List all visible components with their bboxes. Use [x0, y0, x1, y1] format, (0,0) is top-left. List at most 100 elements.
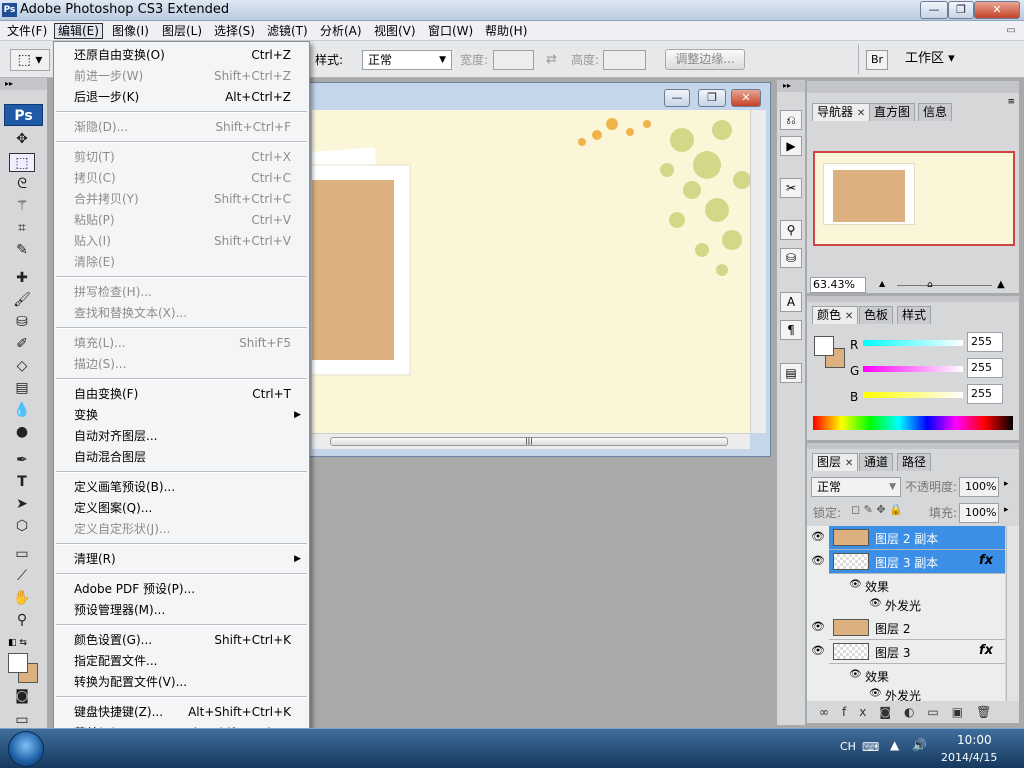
history-icon[interactable]: ⎌	[780, 110, 802, 130]
doc-minimize-button[interactable]: —	[664, 89, 690, 107]
crop-tool-icon[interactable]: ⌗	[9, 219, 35, 238]
lock-icons[interactable]: ◻ ✎ ✥ 🔒	[851, 503, 903, 516]
menu-file[interactable]: 文件(F)	[4, 23, 50, 39]
layer-row[interactable]: 图层 3 副本 fx	[829, 550, 1005, 574]
edit-menu-item[interactable]: 指定配置文件...	[54, 651, 309, 672]
effect-row[interactable]: 👁 外发光	[829, 683, 1005, 701]
clock-time[interactable]: 10:00	[957, 733, 992, 747]
brushes-icon[interactable]: ⚲	[780, 220, 802, 240]
menu-select[interactable]: 选择(S)	[211, 23, 258, 39]
scroll-thumb[interactable]: |||	[330, 437, 728, 446]
tab-paths[interactable]: 路径	[897, 453, 932, 471]
menu-analysis[interactable]: 分析(A)	[317, 23, 365, 39]
volume-icon[interactable]: 🔊	[912, 738, 927, 752]
keyboard-icon[interactable]: ⌨	[862, 740, 879, 754]
zoom-in-icon[interactable]: ▲	[997, 279, 1005, 290]
eye-icon[interactable]: 👁	[869, 688, 882, 699]
r-slider[interactable]	[863, 340, 963, 346]
pen-tool-icon[interactable]: ✒	[9, 451, 35, 470]
tab-styles[interactable]: 样式	[897, 306, 932, 324]
history-brush-icon[interactable]: ✐	[9, 335, 35, 354]
tab-swatches[interactable]: 色板	[859, 306, 894, 324]
path-select-icon[interactable]: ➤	[9, 495, 35, 514]
eraser-tool-icon[interactable]: ◇	[9, 357, 35, 376]
doc-close-button[interactable]: ✕	[731, 89, 761, 107]
layers-footer-icons[interactable]: ∞fx◙◐▭▣🗑	[807, 701, 1019, 723]
layer-comps-icon[interactable]: ▤	[780, 363, 802, 383]
eye-icon[interactable]: 👁	[811, 620, 825, 633]
eyedropper-icon[interactable]: ⟋	[9, 567, 35, 586]
width-field[interactable]	[493, 50, 534, 70]
edit-menu-item[interactable]: 清理(R) ▶	[54, 549, 309, 570]
tab-histogram[interactable]: 直方图	[869, 103, 916, 121]
maximize-button[interactable]: ❐	[948, 1, 974, 19]
image-canvas[interactable]	[312, 110, 750, 433]
effect-row[interactable]: 👁 外发光	[829, 593, 1005, 617]
type-tool-icon[interactable]: T	[9, 473, 35, 492]
menu-edit[interactable]: 编辑(E)	[54, 23, 103, 39]
close-button[interactable]: ✕	[974, 1, 1020, 19]
clone-source-icon[interactable]: ⛁	[780, 248, 802, 268]
zoom-field[interactable]: 63.43%	[810, 277, 866, 293]
panel-menu-icon[interactable]: ≡	[1007, 97, 1015, 107]
workspace-button[interactable]: 工作区 ▾	[905, 49, 955, 69]
eye-icon[interactable]: 👁	[869, 598, 882, 609]
zoom-slider-thumb[interactable]: ⌂	[927, 280, 933, 290]
edit-menu-item[interactable]: Adobe PDF 预设(P)...	[54, 579, 309, 600]
edit-menu-item[interactable]: 自动对齐图层...	[54, 426, 309, 447]
move-tool-icon[interactable]: ✥	[9, 130, 35, 149]
default-colors-icon[interactable]: ◧ ⇆	[8, 638, 27, 648]
minimize-button[interactable]: —	[920, 1, 948, 19]
edit-menu-item[interactable]: 预设管理器(M)...	[54, 600, 309, 621]
color-fg-swatch[interactable]	[814, 336, 834, 356]
edit-menu-item[interactable]: 定义画笔预设(B)...	[54, 477, 309, 498]
quick-mask-icon[interactable]: ◙	[9, 687, 35, 706]
healing-brush-icon[interactable]: ✚	[9, 269, 35, 288]
fill-field[interactable]: 100%	[959, 503, 999, 523]
actions-icon[interactable]: ▶	[780, 136, 802, 156]
paragraph-icon[interactable]: ¶	[780, 320, 802, 340]
shape-tool-icon[interactable]: ⬡	[9, 517, 35, 536]
refine-edge-button[interactable]: 调整边缘...	[665, 49, 745, 70]
menu-layer[interactable]: 图层(L)	[159, 23, 205, 39]
layer-row[interactable]: 图层 3 fx	[829, 640, 1005, 664]
foreground-color-swatch[interactable]	[8, 653, 28, 673]
edit-menu-item[interactable]: 自由变换(F) Ctrl+T	[54, 384, 309, 405]
magic-wand-icon[interactable]: ⚚	[9, 197, 35, 216]
clock-date[interactable]: 2014/4/15	[941, 751, 997, 764]
eye-icon[interactable]: 👁	[811, 554, 825, 567]
menu-window[interactable]: 窗口(W)	[425, 23, 476, 39]
zoom-out-icon[interactable]: ▲	[879, 279, 885, 288]
menu-view[interactable]: 视图(V)	[371, 23, 419, 39]
edit-menu-item[interactable]: 变换 ▶	[54, 405, 309, 426]
g-slider[interactable]	[863, 366, 963, 372]
collapse-icon[interactable]: ▸▸	[777, 80, 805, 92]
b-field[interactable]: 255	[967, 384, 1003, 404]
edit-menu-item[interactable]: 键盘快捷键(Z)... Alt+Shift+Ctrl+K	[54, 702, 309, 723]
start-button[interactable]	[8, 731, 44, 767]
style-select[interactable]: 正常 ▼	[362, 50, 452, 70]
navigator-thumbnail[interactable]	[813, 151, 1015, 246]
blend-mode-select[interactable]: 正常 ▼	[811, 477, 901, 497]
fx-icon[interactable]: fx	[979, 643, 993, 658]
stamp-tool-icon[interactable]: ⛁	[9, 313, 35, 332]
r-field[interactable]: 255	[967, 332, 1003, 352]
hand-tool-icon[interactable]: ✋	[9, 589, 35, 608]
edit-menu-item[interactable]: 定义图案(Q)...	[54, 498, 309, 519]
edit-menu-item[interactable]: 自动混合图层	[54, 447, 309, 468]
b-slider[interactable]	[863, 392, 963, 398]
language-indicator[interactable]: CH	[840, 740, 856, 753]
eye-icon[interactable]: 👁	[849, 579, 862, 590]
edit-menu-item[interactable]: 转换为配置文件(V)...	[54, 672, 309, 693]
swap-icon[interactable]: ⇄	[546, 52, 557, 67]
brush-tool-icon[interactable]: 🖌	[9, 291, 35, 310]
zoom-slider[interactable]	[897, 285, 992, 286]
bridge-icon[interactable]: Br	[866, 50, 888, 70]
menu-filter[interactable]: 滤镜(T)	[264, 23, 311, 39]
tab-color[interactable]: 颜色 ✕	[812, 306, 859, 324]
color-spectrum-bar[interactable]	[813, 416, 1013, 430]
menu-help[interactable]: 帮助(H)	[482, 23, 530, 39]
tab-info[interactable]: 信息	[918, 103, 953, 121]
tools-collapse-icon[interactable]: ▸▸	[0, 78, 47, 90]
network-icon[interactable]: ▲	[890, 738, 899, 752]
